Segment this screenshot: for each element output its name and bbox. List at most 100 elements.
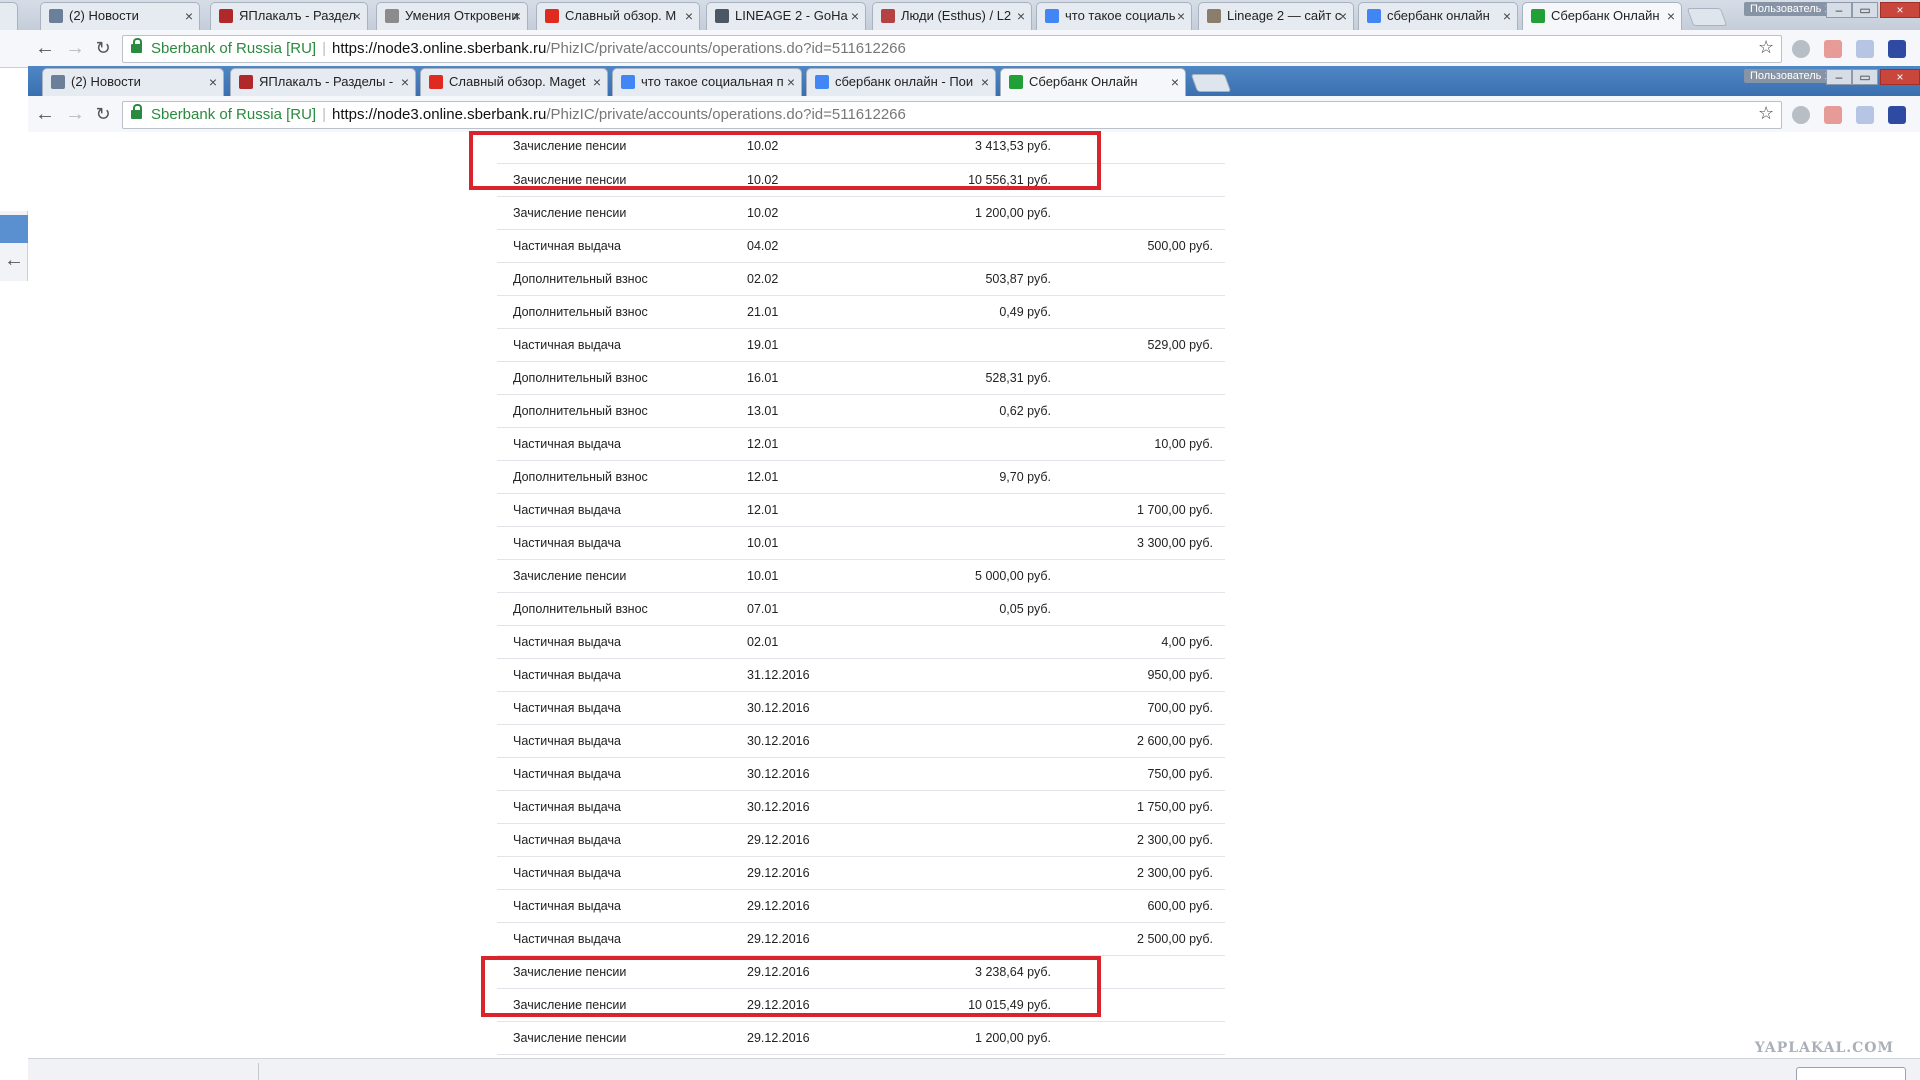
extension-globe-icon[interactable] bbox=[1792, 40, 1810, 58]
operation-row[interactable]: Зачисление пенсии 10.01 5 000,00 руб. bbox=[497, 559, 1225, 593]
operation-row[interactable]: Дополнительный взнос 07.01 0,05 руб. bbox=[497, 592, 1225, 626]
inner-toolbar: ← → ↻ Sberbank of Russia [RU] | https://no… bbox=[28, 96, 1920, 134]
operation-row[interactable]: Частичная выдача 30.12.2016 2 600,00 руб. bbox=[497, 724, 1225, 758]
operation-row[interactable]: Дополнительный взнос 13.01 0,62 руб. bbox=[497, 394, 1225, 428]
operation-income bbox=[857, 493, 1057, 527]
back-icon[interactable]: ← bbox=[34, 38, 56, 60]
minimize-button[interactable]: – bbox=[1826, 69, 1852, 85]
close-icon[interactable]: × bbox=[787, 69, 795, 95]
operation-row[interactable]: Частичная выдача 10.01 3 300,00 руб. bbox=[497, 526, 1225, 560]
maximize-button[interactable]: ▭ bbox=[1852, 2, 1878, 18]
close-icon[interactable]: × bbox=[851, 3, 859, 29]
operation-date: 10.01 bbox=[707, 526, 857, 560]
outer-tab[interactable]: сбербанк онлайн × bbox=[1358, 2, 1518, 30]
new-tab-button[interactable] bbox=[1190, 74, 1232, 92]
extension-menu-icon[interactable] bbox=[1888, 40, 1906, 58]
operation-row[interactable]: Зачисление пенсии 29.12.2016 3 238,64 руб. bbox=[497, 955, 1225, 989]
operation-row[interactable]: Частичная выдача 04.02 500,00 руб. bbox=[497, 229, 1225, 263]
user-badge[interactable]: Пользователь 1 bbox=[1744, 2, 1837, 16]
operation-row[interactable]: Дополнительный взнос 16.01 528,31 руб. bbox=[497, 361, 1225, 395]
operation-row[interactable]: Зачисление пенсии 29.12.2016 10 015,49 руб… bbox=[497, 988, 1225, 1022]
operation-row[interactable]: Частичная выдача 30.12.2016 700,00 руб. bbox=[497, 691, 1225, 725]
close-icon[interactable]: × bbox=[685, 3, 693, 29]
operation-row[interactable]: Частичная выдача 30.12.2016 1 750,00 руб. bbox=[497, 790, 1225, 824]
close-icon[interactable]: × bbox=[513, 3, 521, 29]
operation-row[interactable]: Дополнительный взнос 12.01 9,70 руб. bbox=[497, 460, 1225, 494]
forward-icon[interactable]: → bbox=[64, 104, 86, 126]
outer-tab-partial[interactable] bbox=[0, 2, 18, 30]
operation-row[interactable]: Частичная выдача 12.01 1 700,00 руб. bbox=[497, 493, 1225, 527]
inner-tab[interactable]: сбербанк онлайн - Пои × bbox=[806, 68, 996, 96]
operation-income bbox=[857, 823, 1057, 857]
background-tab[interactable] bbox=[0, 215, 28, 243]
download-icon[interactable] bbox=[1856, 40, 1874, 58]
outer-tab[interactable]: что такое социаль × bbox=[1036, 2, 1192, 30]
close-icon[interactable]: × bbox=[185, 3, 193, 29]
operation-row[interactable]: Дополнительный взнос 02.02 503,87 руб. bbox=[497, 262, 1225, 296]
operation-row[interactable]: Частичная выдача 30.12.2016 750,00 руб. bbox=[497, 757, 1225, 791]
close-icon[interactable]: × bbox=[401, 69, 409, 95]
outer-tab[interactable]: Славный обзор. M × bbox=[536, 2, 700, 30]
close-icon[interactable]: × bbox=[1503, 3, 1511, 29]
window-close-button[interactable]: × bbox=[1880, 2, 1920, 18]
operation-row[interactable]: Частичная выдача 29.12.2016 2 500,00 руб. bbox=[497, 922, 1225, 956]
close-icon[interactable]: × bbox=[1177, 3, 1185, 29]
operation-row[interactable]: Зачисление пенсии 10.02 3 413,53 руб. bbox=[497, 132, 1225, 164]
inner-tab[interactable]: Славный обзор. Maget × bbox=[420, 68, 608, 96]
operation-row[interactable]: Частичная выдача 02.01 4,00 руб. bbox=[497, 625, 1225, 659]
outer-tab[interactable]: Lineage 2 — сайт с × bbox=[1198, 2, 1354, 30]
inner-tab-active[interactable]: Сбербанк Онлайн × bbox=[1000, 68, 1186, 96]
address-bar[interactable]: Sberbank of Russia [RU] | https://node3.on… bbox=[122, 101, 1782, 129]
minimize-button[interactable]: – bbox=[1826, 2, 1852, 18]
maximize-button[interactable]: ▭ bbox=[1852, 69, 1878, 85]
operation-row[interactable]: Частичная выдача 29.12.2016 600,00 руб. bbox=[497, 889, 1225, 923]
new-tab-button[interactable] bbox=[1686, 8, 1728, 26]
operation-row[interactable]: Зачисление пенсии 10.02 1 200,00 руб. bbox=[497, 196, 1225, 230]
bookmark-star-icon[interactable]: ☆ bbox=[1758, 103, 1774, 124]
close-icon[interactable]: × bbox=[1017, 3, 1025, 29]
extension-menu-icon[interactable] bbox=[1888, 106, 1906, 124]
address-bar[interactable]: Sberbank of Russia [RU] | https://node3.on… bbox=[122, 35, 1782, 63]
close-icon[interactable]: × bbox=[593, 69, 601, 95]
operation-row[interactable]: Частичная выдача 19.01 529,00 руб. bbox=[497, 328, 1225, 362]
operation-row[interactable]: Частичная выдача 29.12.2016 2 300,00 руб. bbox=[497, 823, 1225, 857]
outer-tab[interactable]: LINEAGE 2 - GoHa × bbox=[706, 2, 866, 30]
reload-icon[interactable]: ↻ bbox=[92, 104, 114, 126]
close-icon[interactable]: × bbox=[981, 69, 989, 95]
reload-icon[interactable]: ↻ bbox=[92, 38, 114, 60]
operation-row[interactable]: Частичная выдача 12.01 10,00 руб. bbox=[497, 427, 1225, 461]
operation-expense bbox=[1057, 361, 1225, 395]
back-icon[interactable]: ← bbox=[4, 249, 24, 272]
operation-row[interactable]: Частичная выдача 31.12.2016 950,00 руб. bbox=[497, 658, 1225, 692]
outer-browser-chrome: (2) Новости × ЯПлакалъ - Раздел × Умения О… bbox=[0, 0, 1920, 68]
outer-tab-active[interactable]: Сбербанк Онлайн × bbox=[1522, 2, 1682, 30]
status-button[interactable] bbox=[1796, 1067, 1906, 1080]
user-badge[interactable]: Пользователь 1 bbox=[1744, 69, 1837, 83]
download-icon[interactable] bbox=[1856, 106, 1874, 124]
window-close-button[interactable]: × bbox=[1880, 69, 1920, 85]
extension-globe-icon[interactable] bbox=[1792, 106, 1810, 124]
outer-tab[interactable]: (2) Новости × bbox=[40, 2, 200, 30]
close-icon[interactable]: × bbox=[1667, 3, 1675, 29]
inner-tab[interactable]: ЯПлакалъ - Разделы - × bbox=[230, 68, 416, 96]
outer-tab[interactable]: ЯПлакалъ - Раздел × bbox=[210, 2, 368, 30]
close-icon[interactable]: × bbox=[1171, 69, 1179, 95]
outer-tab[interactable]: Люди (Esthus) / L2 × bbox=[872, 2, 1032, 30]
operation-expense bbox=[1057, 163, 1225, 197]
extension-pdf-icon[interactable] bbox=[1824, 40, 1842, 58]
close-icon[interactable]: × bbox=[209, 69, 217, 95]
inner-tab[interactable]: что такое социальная п × bbox=[612, 68, 802, 96]
close-icon[interactable]: × bbox=[353, 3, 361, 29]
extension-pdf-icon[interactable] bbox=[1824, 106, 1842, 124]
back-icon[interactable]: ← bbox=[34, 104, 56, 126]
operation-row[interactable]: Дополнительный взнос 21.01 0,49 руб. bbox=[497, 295, 1225, 329]
bookmark-star-icon[interactable]: ☆ bbox=[1758, 37, 1774, 58]
outer-tab[interactable]: Умения Откровени × bbox=[376, 2, 528, 30]
inner-tab[interactable]: (2) Новости × bbox=[42, 68, 224, 96]
operation-row[interactable]: Зачисление пенсии 10.02 10 556,31 руб. bbox=[497, 163, 1225, 197]
operation-name: Дополнительный взнос bbox=[497, 361, 707, 395]
operation-row[interactable]: Частичная выдача 29.12.2016 2 300,00 руб. bbox=[497, 856, 1225, 890]
forward-icon[interactable]: → bbox=[64, 38, 86, 60]
operation-row[interactable]: Зачисление пенсии 29.12.2016 1 200,00 руб. bbox=[497, 1021, 1225, 1055]
close-icon[interactable]: × bbox=[1339, 3, 1347, 29]
